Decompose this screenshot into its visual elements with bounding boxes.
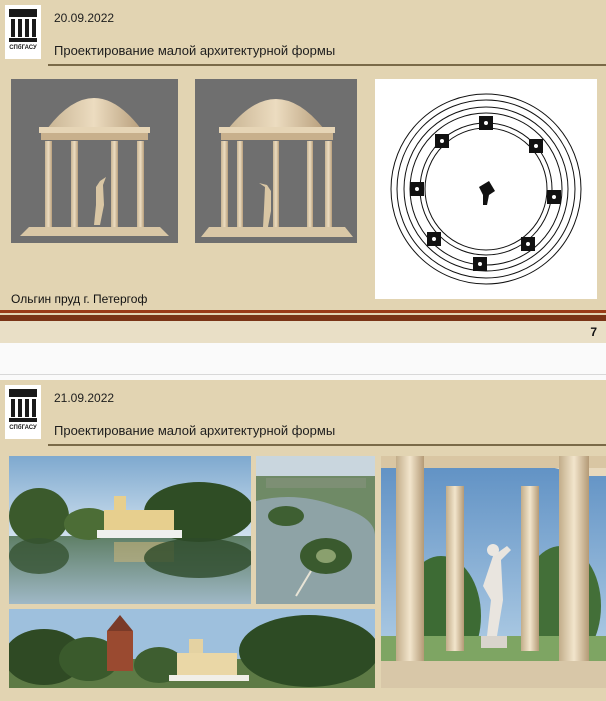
rotunda-render-perspective [195,79,357,243]
slide-8: СПбГАСУ 21.09.2022 Проектирование малой … [0,380,606,701]
slide-separator [0,374,606,375]
footer-bar [0,310,606,313]
slide-caption: Ольгин пруд г. Петергоф [11,292,148,306]
logo-text: СПбГАСУ [9,425,37,431]
rotunda-floor-plan [375,79,597,299]
header-divider [48,444,606,446]
pavilion-pond-photo [9,456,251,604]
cathedral-pavilion-photo [9,609,375,688]
logo-text: СПбГАСУ [9,45,37,51]
aerial-pond-photo [256,456,375,604]
slide-date: 20.09.2022 [54,11,115,25]
rotunda-statue-render [381,456,606,688]
header-divider [48,64,606,66]
slide-date: 21.09.2022 [54,391,115,405]
slide-title: Проектирование малой архитектурной формы [54,423,336,438]
rotunda-render-front [11,79,178,243]
page-number: 7 [590,325,597,339]
slide-header: СПбГАСУ 21.09.2022 Проектирование малой … [0,380,606,444]
footer-band [0,321,606,343]
slide-title: Проектирование малой архитектурной формы [54,43,336,58]
slide-7: СПбГАСУ 20.09.2022 Проектирование малой … [0,0,606,343]
slide-header: СПбГАСУ 20.09.2022 Проектирование малой … [0,0,606,64]
